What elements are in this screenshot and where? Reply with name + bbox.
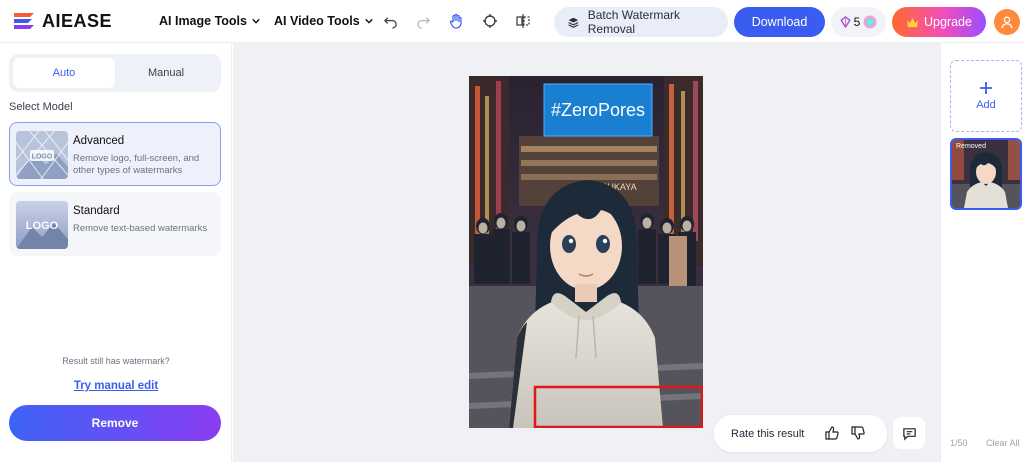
thumb-logo-text: LOGO [26,220,59,232]
left-panel: Auto Manual Select Model LOGO Advanced R… [0,43,232,462]
credits-badge[interactable]: 5 [831,7,886,37]
undo-icon [383,16,397,29]
try-manual-edit-link[interactable]: Try manual edit [0,380,232,392]
edited-image[interactable]: #ZeroPores SUKAYA [469,76,703,428]
upgrade-button[interactable]: Upgrade [892,7,986,37]
model-thumbnail: LOGO [16,131,68,179]
logo-watermark-thumb: LOGO [16,201,68,249]
add-label: Add [976,99,996,111]
rainbow-coin-icon [863,15,877,29]
brand-logo[interactable]: AIEASE [12,10,112,32]
compare-button[interactable] [514,12,532,30]
anime-girl-city-image: #ZeroPores SUKAYA [469,76,703,428]
user-icon [1001,16,1013,29]
batch-label: Batch Watermark Removal [587,8,680,36]
tab-auto[interactable]: Auto [13,58,115,88]
model-thumbnail: LOGO [16,201,68,249]
redo-button[interactable] [414,12,432,30]
plus-icon [980,82,992,94]
remove-button[interactable]: Remove [9,405,221,441]
mode-tabs: Auto Manual [9,54,221,92]
crosshair-icon [483,14,497,28]
nav-label: AI Image Tools [159,14,247,28]
chevron-down-icon [252,18,260,24]
image-count: 1/50 [950,438,968,448]
thumbnail-image [952,140,1020,208]
clear-all-button[interactable]: Clear All [986,438,1020,448]
image-thumbnail[interactable]: Removed [950,138,1022,210]
target-tool-button[interactable] [481,12,499,30]
gem-icon [839,16,851,28]
feedback-button[interactable] [893,417,925,449]
sign-text: #ZeroPores [551,100,645,120]
model-title: Standard [73,205,120,217]
model-card-standard[interactable]: LOGO Standard Remove text-based watermar… [9,192,221,256]
brand-name: AIEASE [42,10,113,31]
pan-tool-button[interactable] [447,12,465,30]
thumbs-down-icon[interactable] [850,425,866,441]
hand-icon [449,13,462,29]
right-panel: Add Removed 1/50 Clear All [940,43,1024,462]
top-bar: AIEASE AI Image Tools AI Video Tools Bat… [0,0,1024,43]
thumb-logo-text: LOGO [32,154,53,161]
compare-icon [516,14,530,28]
crown-icon [907,17,919,27]
rate-label: Rate this result [731,427,805,440]
model-title: Advanced [73,135,125,147]
download-button[interactable]: Download [734,7,825,37]
credits-count: 5 [853,15,861,29]
add-image-button[interactable]: Add [950,60,1022,132]
nav-ai-image-tools[interactable]: AI Image Tools [159,14,260,28]
tab-manual[interactable]: Manual [115,58,217,88]
select-model-label: Select Model [9,101,73,113]
layers-icon [568,17,579,28]
rate-result-bar: Rate this result [714,415,887,452]
user-avatar[interactable] [994,9,1020,35]
nav-label: AI Video Tools [274,14,360,28]
model-card-advanced[interactable]: LOGO Advanced Remove logo, full-screen, … [9,122,221,186]
redo-icon [416,16,430,29]
model-description: Remove text-based watermarks [73,223,208,234]
thumbs-up-icon[interactable] [824,425,840,441]
editor-canvas[interactable]: #ZeroPores SUKAYA Rate this result [233,43,940,462]
still-watermark-text: Result still has watermark? [62,356,170,366]
model-description: Remove logo, full-screen, and other type… [73,153,200,176]
watermark-pattern-thumb: LOGO [16,131,68,179]
nav-ai-video-tools[interactable]: AI Video Tools [274,14,373,28]
removed-tag: Removed [956,143,986,150]
chevron-down-icon [364,18,373,24]
upgrade-label: Upgrade [924,15,972,29]
batch-watermark-removal-button[interactable]: Batch Watermark Removal [554,7,728,37]
brand-logo-icon [14,13,34,29]
undo-button[interactable] [381,12,399,30]
chat-icon [902,427,916,441]
